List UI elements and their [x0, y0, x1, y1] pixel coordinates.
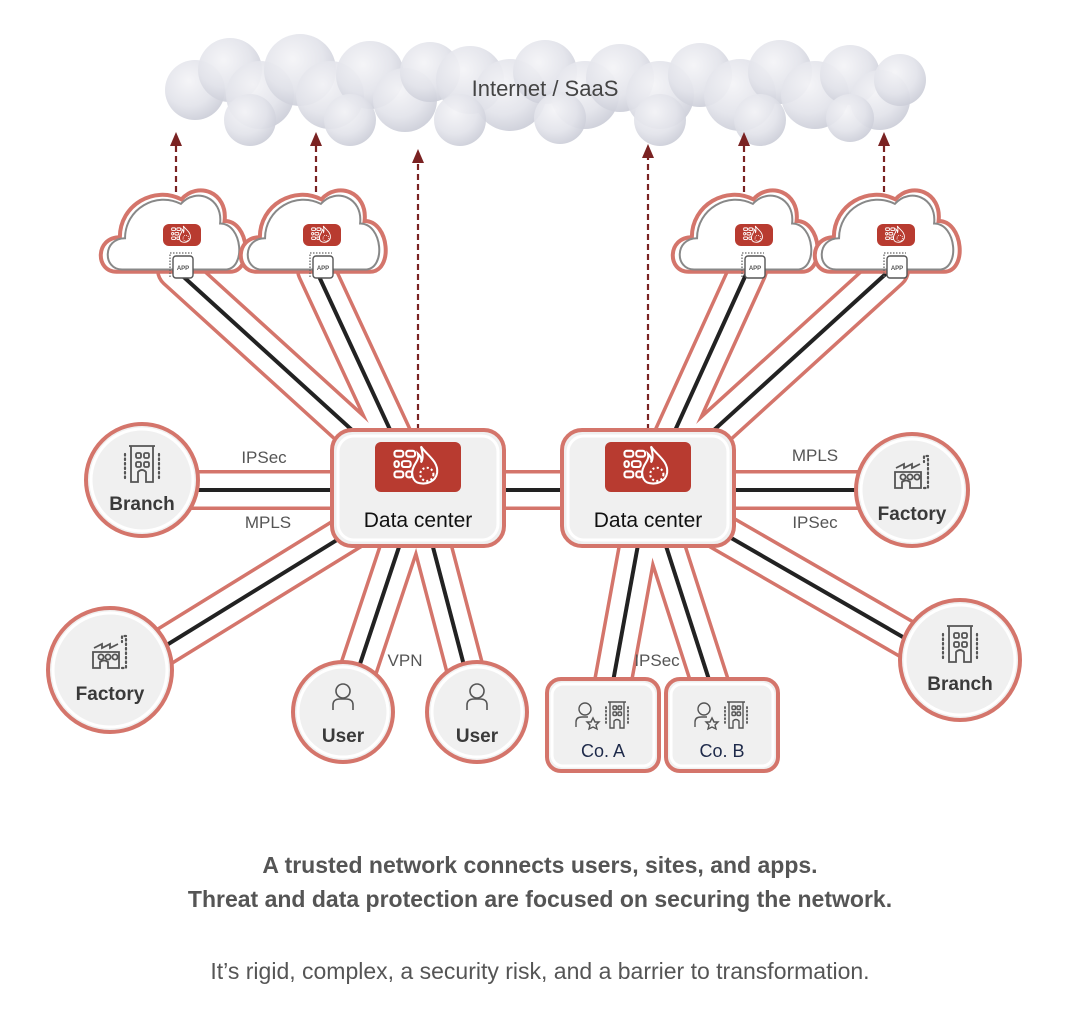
firewall-badge — [877, 224, 915, 246]
site-label: User — [456, 726, 499, 747]
network-diagram: Internet / SaaS APP APP APP APP Data center D… — [46, 34, 1022, 773]
cloud-puff — [324, 94, 376, 146]
dc-right: Data center — [560, 428, 736, 548]
caption-line-3: It’s rigid, complex, a security risk, an… — [210, 958, 870, 984]
firewall-badge — [303, 224, 341, 246]
link-label-vpn: VPN — [388, 651, 423, 670]
caption-line-1: A trusted network connects users, sites,… — [262, 852, 818, 878]
link-label-right-ipsec: IPSec — [792, 513, 838, 532]
internet-label: Internet / SaaS — [472, 76, 619, 101]
link-label-left-mpls: MPLS — [245, 513, 291, 532]
app-icon: APP — [741, 252, 766, 279]
firewall-badge — [163, 224, 201, 246]
app-label: APP — [317, 266, 329, 272]
data-center-label: Data center — [364, 509, 473, 532]
data-center-label: Data center — [594, 509, 703, 532]
cloud-puff — [826, 94, 874, 142]
arrowhead-icon — [642, 144, 654, 158]
site-label: Factory — [878, 504, 947, 525]
cloud-puff — [224, 94, 276, 146]
company-label: Co. B — [699, 741, 744, 761]
user-2: User — [425, 660, 529, 764]
dc-left: Data center — [330, 428, 506, 548]
firewall-badge — [735, 224, 773, 246]
arrowhead-icon — [878, 132, 890, 146]
cloud-puff — [874, 54, 926, 106]
arrowhead-icon — [412, 149, 424, 163]
factory-right: Factory — [854, 432, 970, 548]
arrowhead-icon — [310, 132, 322, 146]
app-icon: APP — [883, 252, 908, 279]
cloud-puff — [634, 94, 686, 146]
link-label-left-ipsec: IPSec — [241, 448, 287, 467]
company-b: Co. B — [664, 677, 780, 773]
site-label: Factory — [76, 684, 145, 705]
cloud-app-1: APP — [98, 188, 248, 279]
link-label-right-mpls: MPLS — [792, 446, 838, 465]
company-a: Co. A — [545, 677, 661, 773]
app-icon: APP — [169, 252, 194, 279]
factory-left: Factory — [46, 606, 174, 734]
cloud-app-4: APP — [812, 188, 962, 279]
app-label: APP — [749, 266, 761, 272]
branch-right: Branch — [898, 598, 1022, 722]
firewall-badge — [375, 442, 461, 492]
app-label: APP — [891, 266, 903, 272]
link-label-partner-ipsec: IPSec — [634, 651, 680, 670]
branch-left: Branch — [84, 422, 200, 538]
cloud-app-3: APP — [670, 188, 820, 279]
cloud-app-2: APP — [238, 188, 388, 279]
arrowhead-icon — [170, 132, 182, 146]
firewall-badge — [605, 442, 691, 492]
company-label: Co. A — [581, 741, 625, 761]
caption-headline: A trusted network connects users, sites,… — [0, 848, 1080, 916]
user-1: User — [291, 660, 395, 764]
app-icon: APP — [309, 252, 334, 279]
caption-line-2: Threat and data protection are focused o… — [187, 886, 893, 912]
cloud-puff — [434, 94, 486, 146]
site-label: Branch — [927, 674, 992, 695]
site-label: User — [322, 726, 365, 747]
site-label: Branch — [109, 494, 174, 515]
app-label: APP — [177, 266, 189, 272]
